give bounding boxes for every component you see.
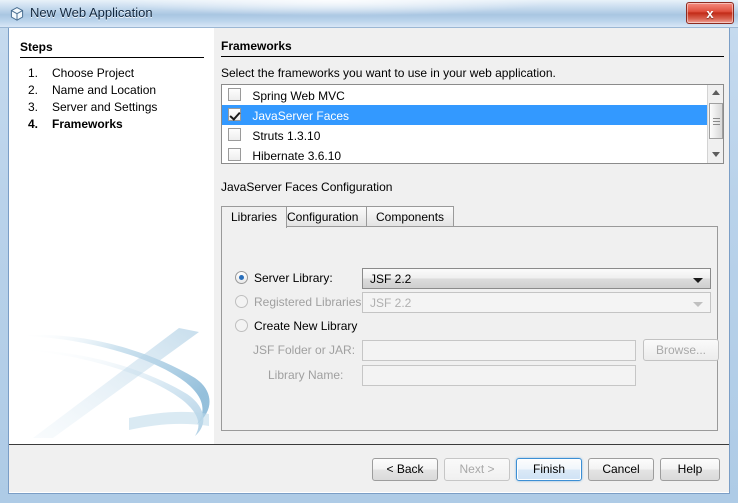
scroll-up-arrow-icon[interactable] <box>708 85 723 101</box>
tab-configuration[interactable]: Configuration <box>277 206 369 227</box>
frameworks-list-items: Spring Web MVC JavaServer Faces Struts 1… <box>222 85 707 163</box>
checkbox-hibernate[interactable] <box>228 148 241 162</box>
list-item-label: Spring Web MVC <box>252 88 345 103</box>
server-library-value: JSF 2.2 <box>370 272 412 286</box>
cancel-button[interactable]: Cancel <box>588 458 654 481</box>
step-item-1: 1. Choose Project <box>20 66 210 83</box>
step-number: 1. <box>28 66 39 80</box>
page-title-divider <box>221 56 724 57</box>
list-item[interactable]: Spring Web MVC <box>222 85 707 105</box>
list-item-label: JavaServer Faces <box>252 108 350 123</box>
step-item-2: 2. Name and Location <box>20 83 210 100</box>
registered-libraries-combo: JSF 2.2 <box>362 292 711 313</box>
decorative-swoosh-graphic <box>9 314 214 444</box>
tab-panel-libraries: Server Library: JSF 2.2 Registered Libra… <box>221 226 719 431</box>
scroll-down-arrow-icon[interactable] <box>708 147 723 163</box>
library-name-field[interactable] <box>362 365 636 386</box>
help-button[interactable]: Help <box>660 458 720 481</box>
close-button[interactable]: x <box>686 2 734 24</box>
jsf-folder-label: JSF Folder or JAR: <box>253 343 356 357</box>
create-new-library-label: Create New Library <box>254 319 358 333</box>
dialog-window: New Web Application x Steps 1. Choose Pr… <box>0 0 738 503</box>
title-bar-glow <box>120 0 550 16</box>
tab-libraries[interactable]: Libraries <box>221 206 288 228</box>
close-icon: x <box>706 6 714 21</box>
checkbox-javaserver-faces[interactable] <box>228 108 241 122</box>
radio-server-library[interactable] <box>235 271 248 284</box>
step-item-3: 3. Server and Settings <box>20 100 210 117</box>
server-library-combo[interactable]: JSF 2.2 <box>362 268 711 289</box>
scrollbar-thumb[interactable] <box>709 103 723 139</box>
tab-components[interactable]: Components <box>366 206 455 227</box>
step-item-4: 4. Frameworks <box>20 117 210 134</box>
step-label: Choose Project <box>52 66 135 80</box>
registered-libraries-value: JSF 2.2 <box>370 296 412 310</box>
dialog-client-area: Steps 1. Choose Project 2. Name and Loca… <box>8 28 730 494</box>
next-button: Next > <box>444 458 510 481</box>
steps-list: 1. Choose Project 2. Name and Location 3… <box>20 66 210 134</box>
page-description: Select the frameworks you want to use in… <box>221 66 556 80</box>
radio-registered-libraries[interactable] <box>235 295 248 308</box>
window-title: New Web Application <box>30 5 153 20</box>
finish-button[interactable]: Finish <box>516 458 582 481</box>
title-bar: New Web Application x <box>0 0 738 28</box>
chevron-down-icon <box>693 302 703 307</box>
jsf-configuration-label: JavaServer Faces Configuration <box>221 180 393 194</box>
frameworks-list[interactable]: Spring Web MVC JavaServer Faces Struts 1… <box>221 84 724 164</box>
list-item-label: Hibernate 3.6.10 <box>252 148 342 163</box>
library-name-label: Library Name: <box>268 368 344 382</box>
step-number: 3. <box>28 100 39 114</box>
footer-button-bar: < Back Next > Finish Cancel Help <box>9 445 729 492</box>
checkbox-spring-web-mvc[interactable] <box>228 88 241 102</box>
step-number: 4. <box>28 117 39 131</box>
content-pane: Frameworks Select the frameworks you wan… <box>214 28 729 444</box>
registered-libraries-label: Registered Libraries: <box>254 295 365 309</box>
step-number: 2. <box>28 83 39 97</box>
page-title: Frameworks <box>221 39 292 53</box>
server-library-label: Server Library: <box>254 271 333 285</box>
cube-icon <box>9 6 25 22</box>
list-item[interactable]: JavaServer Faces <box>222 105 707 125</box>
tab-panel-seam-cover <box>222 226 276 227</box>
checkbox-struts[interactable] <box>228 128 241 142</box>
steps-pane: Steps 1. Choose Project 2. Name and Loca… <box>9 28 214 444</box>
back-button[interactable]: < Back <box>372 458 438 481</box>
radio-create-new-library[interactable] <box>235 319 248 332</box>
jsf-folder-field[interactable] <box>362 340 636 361</box>
list-item[interactable]: Struts 1.3.10 <box>222 125 707 145</box>
steps-divider <box>20 57 204 58</box>
frameworks-list-scrollbar[interactable] <box>707 85 723 163</box>
list-item-label: Struts 1.3.10 <box>252 128 321 143</box>
step-label: Server and Settings <box>52 100 158 114</box>
chevron-down-icon <box>693 278 703 283</box>
step-label: Frameworks <box>52 117 123 131</box>
list-item[interactable]: Hibernate 3.6.10 <box>222 145 707 163</box>
browse-button[interactable]: Browse... <box>643 339 719 361</box>
step-label: Name and Location <box>52 83 157 97</box>
steps-heading: Steps <box>20 40 53 54</box>
